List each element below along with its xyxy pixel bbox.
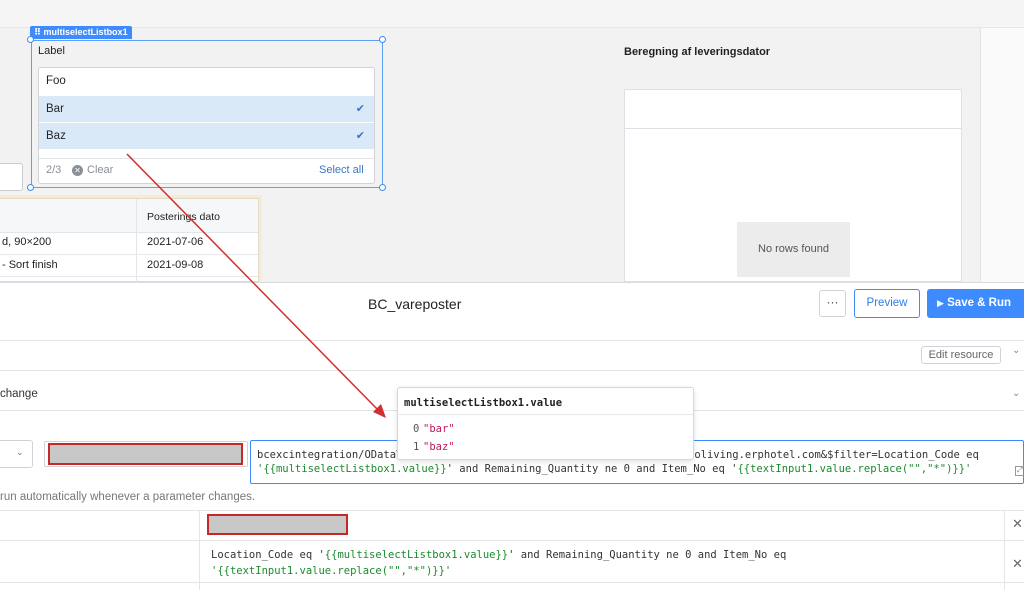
- component-name-tag[interactable]: ⠿ multiselectListbox1: [30, 26, 132, 39]
- clear-icon[interactable]: ✕: [72, 165, 83, 176]
- canvas-right-panel: [980, 28, 1024, 282]
- chevron-down-icon: ⌄: [16, 447, 24, 457]
- check-icon: ✔: [355, 103, 365, 115]
- resize-handle-top-left[interactable]: [27, 36, 34, 43]
- expand-icon[interactable]: ⤢: [1015, 466, 1024, 476]
- table-cell[interactable]: d, 90×200: [2, 236, 51, 248]
- column-header-posterings-dato[interactable]: Posterings dato: [147, 211, 220, 223]
- close-icon[interactable]: ✕: [1012, 556, 1023, 572]
- table-cell[interactable]: 2021-09-08: [147, 259, 203, 271]
- preview-button[interactable]: Preview: [854, 289, 920, 318]
- resize-handle-bottom-right[interactable]: [379, 184, 386, 191]
- column-divider: [1004, 511, 1005, 590]
- url-text-line: '{{multiselectListbox1.value}}' and Rema…: [257, 463, 972, 475]
- row-divider: [0, 254, 258, 255]
- tooltip-title: multiselectListbox1.value: [404, 397, 563, 409]
- redacted-area: [207, 514, 348, 535]
- divider: [0, 540, 1024, 541]
- save-and-run-button[interactable]: ▶ Save & Run: [927, 289, 1024, 318]
- row-divider: [0, 276, 258, 277]
- filter-param-value[interactable]: Location_Code eq '{{multiselectListbox1.…: [211, 549, 786, 561]
- tooltip-value: "bar": [423, 423, 455, 435]
- filter-param-value[interactable]: '{{textInput1.value.replace("","*")}}': [211, 565, 451, 577]
- listbox-option-bar[interactable]: Bar ✔: [39, 96, 374, 122]
- listbox-option-baz[interactable]: Baz ✔: [39, 123, 374, 149]
- clear-button[interactable]: Clear: [87, 164, 113, 176]
- empty-state: No rows found: [737, 222, 850, 277]
- divider: [0, 582, 1024, 583]
- trigger-select-value[interactable]: change: [0, 388, 38, 400]
- table-cell[interactable]: - Sort finish: [2, 259, 58, 271]
- divider: [0, 340, 1024, 341]
- redacted-area: [48, 443, 243, 465]
- section-title: Beregning af leveringsdator: [624, 46, 771, 58]
- edit-resource-button[interactable]: Edit resource: [921, 346, 1001, 364]
- tooltip-index: 0: [413, 423, 420, 435]
- selection-count: 2/3: [46, 164, 62, 176]
- close-icon[interactable]: ✕: [1012, 516, 1023, 532]
- chevron-down-icon[interactable]: ⌄: [1012, 345, 1020, 356]
- listbox-option-foo[interactable]: Foo: [39, 68, 374, 94]
- play-icon: ▶: [937, 298, 944, 308]
- drag-handle-icon[interactable]: ⠿: [34, 27, 44, 37]
- more-options-button[interactable]: ···: [819, 290, 846, 317]
- data-table[interactable]: Posterings dato d, 90×200 2021-07-06 - S…: [0, 198, 259, 283]
- table-cell[interactable]: 2021-07-06: [147, 236, 203, 248]
- canvas-top-strip: [0, 0, 1024, 28]
- table-header-divider: [625, 128, 961, 129]
- query-title[interactable]: BC_vareposter: [368, 296, 461, 312]
- divider: [0, 370, 1024, 371]
- auto-run-hint: run automatically whenever a parameter c…: [0, 491, 256, 503]
- column-divider: [136, 199, 137, 283]
- divider: [0, 510, 1024, 511]
- chevron-down-icon[interactable]: ⌄: [1012, 388, 1020, 399]
- column-divider: [199, 511, 200, 590]
- text-input-partial[interactable]: [0, 163, 23, 191]
- check-icon: ✔: [355, 130, 365, 142]
- tooltip-divider: [398, 414, 693, 415]
- resize-handle-top-right[interactable]: [379, 36, 386, 43]
- tooltip-index: 1: [413, 441, 420, 453]
- tooltip-value: "baz": [423, 441, 455, 453]
- select-all-button[interactable]: Select all: [319, 164, 364, 176]
- resize-handle-bottom-left[interactable]: [27, 184, 34, 191]
- listbox-label: Label: [38, 45, 65, 57]
